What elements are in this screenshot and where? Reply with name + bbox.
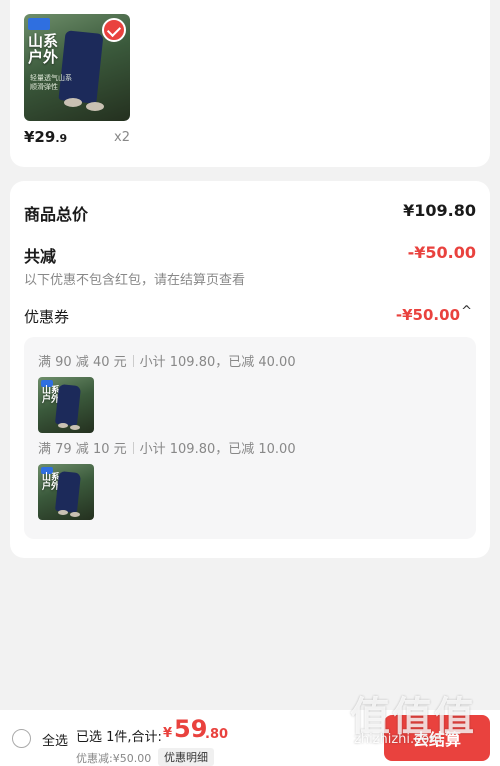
pants-image-icon: [58, 30, 104, 104]
product-price-int: ¥29: [24, 128, 56, 146]
promotion-details-box: 满 90 减 40 元小计 109.80，已减 40.00 山系 户外 满 79…: [24, 337, 476, 539]
total-price-value: ¥109.80: [403, 201, 476, 220]
promo-rule-line: 满 90 减 40 元小计 109.80，已减 40.00: [38, 351, 296, 370]
selected-product-card: 山系 户外 轻量透气山系 顺滑弹性 ¥29.9 x2: [10, 0, 490, 167]
total-amount-dec: .80: [205, 727, 229, 742]
pants-image-icon: [54, 383, 82, 427]
total-currency: ¥: [163, 726, 173, 741]
promo-rule: 满 79 减 10 元: [38, 442, 127, 457]
product-quantity: x2: [114, 130, 130, 145]
selected-total-label: 已选 1件,合计:: [76, 730, 162, 745]
coupon-value[interactable]: -¥50.00: [396, 306, 460, 324]
pants-image-icon: [54, 470, 82, 514]
checkout-button[interactable]: 去结算: [384, 715, 490, 761]
promo-product-thumbnail[interactable]: 山系 户外: [38, 377, 94, 433]
select-all-radio[interactable]: [12, 729, 31, 748]
product-price: ¥29.9: [24, 128, 67, 146]
select-all-label[interactable]: 全选: [42, 730, 68, 749]
shoe-image-icon: [58, 423, 68, 428]
divider: [132, 442, 134, 454]
reduction-note: 以下优惠不包含红包，请在结算页查看: [24, 273, 246, 288]
total-price-label: 商品总价: [24, 205, 89, 224]
promo-product-thumbnail[interactable]: 山系 户外: [38, 464, 94, 520]
product-price-dec: .9: [55, 132, 68, 145]
promo-detail: 小计 109.80，已减 40.00: [139, 355, 296, 370]
chevron-up-icon[interactable]: ^: [461, 304, 472, 319]
discount-summary: 优惠减:¥50.00: [76, 752, 152, 765]
total-amount-int: 59: [174, 715, 208, 743]
selected-check-icon[interactable]: [102, 18, 126, 42]
brand-logo-icon: [28, 18, 50, 30]
shoe-image-icon: [58, 510, 68, 515]
shoe-image-icon: [86, 102, 104, 111]
coupon-label[interactable]: 优惠券: [24, 306, 69, 327]
shoe-image-icon: [70, 425, 80, 430]
checkout-bar: 全选 已选 1件,合计: ¥ 59 .80 优惠减:¥50.00 优惠明细 去结…: [0, 710, 500, 766]
product-brand-tag: 山系 户外: [28, 32, 59, 66]
shoe-image-icon: [70, 512, 80, 517]
product-caption: 轻量透气山系 顺滑弹性: [30, 74, 72, 92]
discount-details-button[interactable]: 优惠明细: [158, 748, 214, 766]
shoe-image-icon: [64, 98, 82, 107]
promo-detail: 小计 109.80，已减 10.00: [139, 442, 296, 457]
promo-rule: 满 90 减 40 元: [38, 355, 127, 370]
promo-rule-line: 满 79 减 10 元小计 109.80，已减 10.00: [38, 438, 296, 457]
reduction-label: 共减: [24, 247, 57, 266]
price-summary-card: 商品总价 ¥109.80 共减 -¥50.00 以下优惠不包含红包，请在结算页查…: [10, 181, 490, 558]
reduction-value: -¥50.00: [407, 243, 476, 262]
divider: [132, 355, 134, 367]
